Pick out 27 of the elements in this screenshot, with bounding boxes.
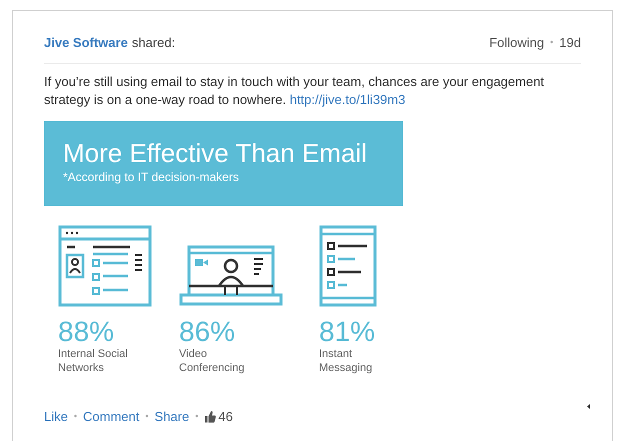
footer-link[interactable]: Comment — [83, 406, 140, 426]
separator-dot: • — [145, 410, 149, 422]
infographic-title: More Effective Than Email — [63, 138, 368, 166]
like-count: 46 — [218, 408, 233, 426]
thumbs-up-icon — [204, 410, 216, 423]
stat-label: Instant Messaging — [319, 346, 374, 374]
author-link[interactable]: Jive Software — [44, 33, 128, 52]
separator-dot: • — [550, 36, 554, 49]
post-text: If you’re still using email to stay in touch with your team, chances are your engagement strategy is on a one-way road to nowhere. http://jive.to/1li39m3 — [44, 72, 546, 108]
infographic-subtitle: *According to IT decision-makers — [63, 168, 240, 186]
footer-link[interactable]: Share — [154, 406, 190, 426]
stat-label: Internal Social Networks — [58, 346, 129, 374]
stat-label: Video Conferencing — [179, 346, 246, 374]
footer-link[interactable]: Like — [44, 406, 68, 426]
phone-chat-list-icon — [319, 224, 377, 306]
stat-percentage: 86% — [179, 316, 236, 346]
caret-icon — [587, 404, 590, 409]
separator-dot: • — [195, 410, 198, 422]
post-link[interactable]: http://jive.to/1li39m3 — [290, 92, 406, 106]
stat-percentage: 88% — [58, 316, 116, 346]
laptop-video-call-icon — [179, 244, 283, 306]
separator-dot: • — [74, 410, 78, 422]
following-label: Following — [489, 34, 544, 52]
shared-label: shared: — [132, 34, 176, 52]
post-age: 19d — [559, 34, 581, 52]
stat-percentage: 81% — [319, 316, 376, 346]
browser-profile-icon — [58, 224, 152, 306]
